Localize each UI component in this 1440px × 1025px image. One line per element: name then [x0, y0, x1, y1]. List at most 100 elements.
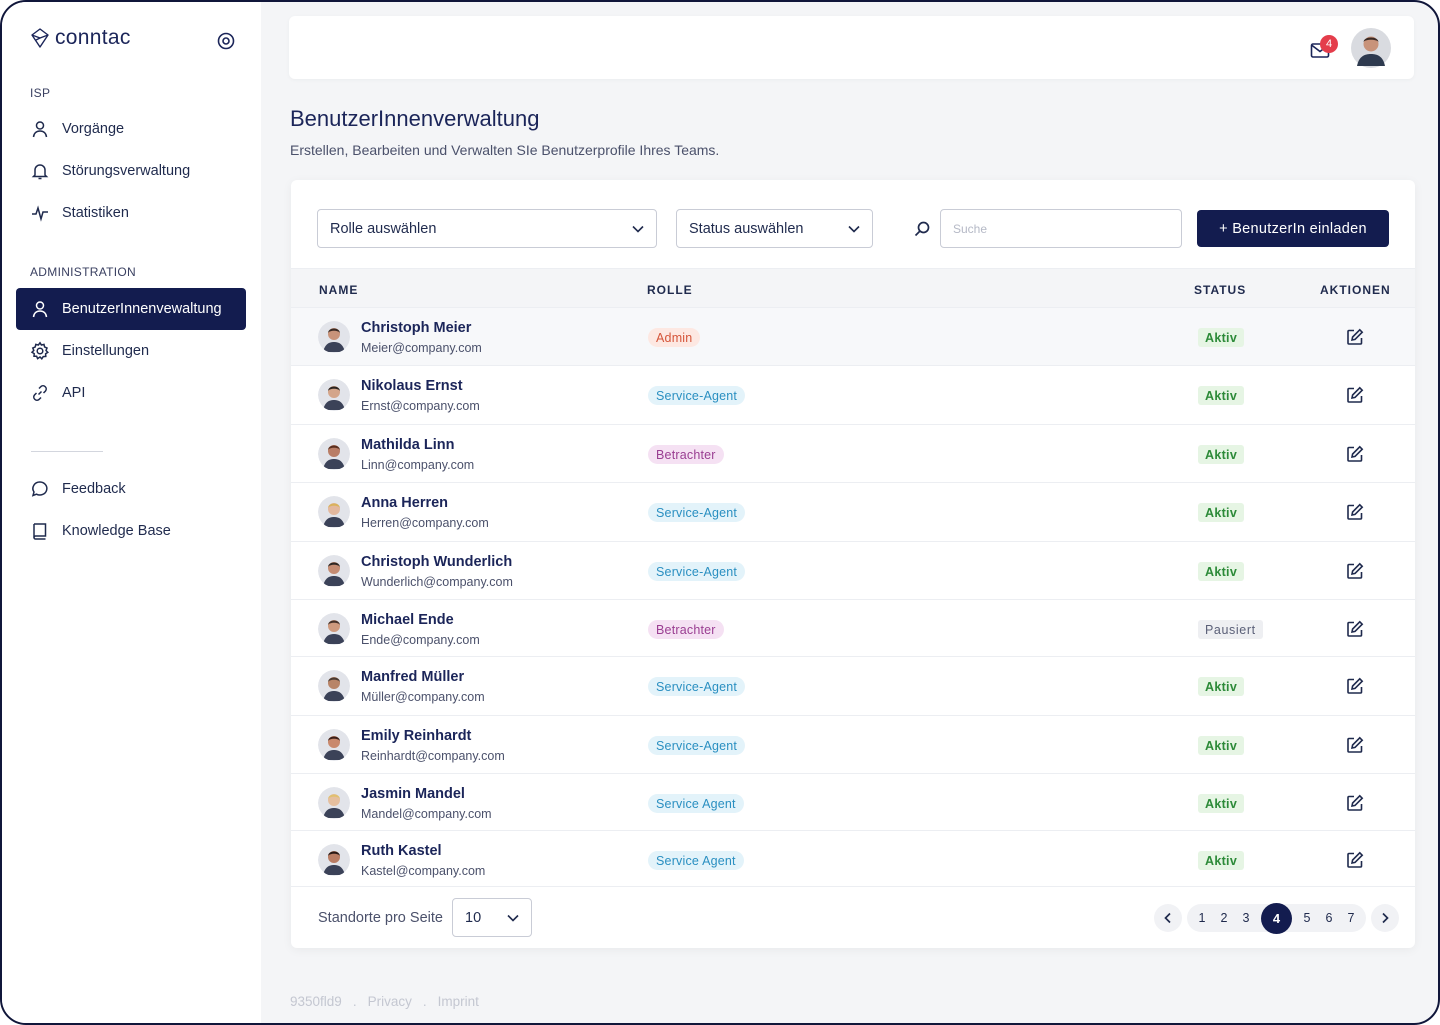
role-select-value: Rolle auswählen [330, 220, 437, 237]
current-page[interactable]: 4 [1261, 902, 1292, 934]
page-number[interactable]: 7 [1340, 911, 1362, 925]
role-badge: Service-Agent [648, 736, 746, 755]
column-header-role[interactable]: ROLLE [647, 283, 693, 297]
sidebar-divider [31, 451, 103, 452]
user-name[interactable]: Manfred Müller [361, 669, 464, 685]
logo[interactable]: conntac [29, 26, 131, 50]
search-input[interactable] [940, 209, 1182, 248]
table-row[interactable]: Anna Herren Herren@company.com Service-A… [291, 483, 1415, 542]
role-badge: Service Agent [648, 851, 744, 870]
gear-icon [30, 341, 49, 360]
user-icon [32, 301, 48, 318]
user-email: Mandel@company.com [361, 807, 492, 821]
table-row[interactable]: Mathilda Linn Linn@company.com Betrachte… [291, 425, 1415, 483]
user-email: Herren@company.com [361, 516, 489, 530]
edit-icon[interactable] [1346, 794, 1364, 812]
table-row[interactable]: Manfred Müller Müller@company.com Servic… [291, 657, 1415, 716]
sidebar-item-knowledge-base[interactable]: Knowledge Base [16, 510, 246, 552]
sidebar-item-stoerungsverwaltung[interactable]: Störungsverwaltung [16, 150, 246, 192]
edit-icon[interactable] [1346, 562, 1364, 580]
brand-name: conntac [55, 26, 131, 49]
sidebar-item-statistiken[interactable]: Statistiken [16, 192, 246, 234]
status-badge: Aktiv [1198, 851, 1245, 870]
page-number[interactable]: 5 [1296, 911, 1318, 925]
link-icon [33, 385, 47, 401]
role-badge: Betrachter [648, 620, 724, 639]
user-name[interactable]: Ruth Kastel [361, 843, 442, 859]
chat-icon [31, 481, 48, 497]
user-name[interactable]: Emily Reinhardt [361, 728, 471, 744]
avatar [318, 379, 350, 411]
role-badge: Betrachter [648, 445, 724, 464]
per-page-label: Standorte pro Seite [318, 910, 443, 926]
table-row[interactable]: Michael Ende Ende@company.com Betrachter… [291, 600, 1415, 657]
table-row[interactable]: Ruth Kastel Kastel@company.com Service A… [291, 831, 1415, 887]
target-icon[interactable] [216, 31, 236, 51]
table-row[interactable]: Nikolaus Ernst Ernst@company.com Service… [291, 366, 1415, 425]
column-header-status[interactable]: STATUS [1194, 283, 1246, 297]
role-select[interactable]: Rolle auswählen [317, 209, 657, 248]
status-badge: Aktiv [1198, 386, 1245, 405]
user-name[interactable]: Anna Herren [361, 495, 448, 511]
edit-icon[interactable] [1346, 503, 1364, 521]
edit-icon[interactable] [1346, 851, 1364, 869]
sidebar-item-api[interactable]: API [16, 372, 246, 414]
edit-icon[interactable] [1346, 386, 1364, 404]
user-name[interactable]: Michael Ende [361, 612, 454, 628]
bell-icon [31, 164, 49, 180]
page-title: BenutzerInnenverwaltung [290, 106, 540, 131]
avatar [318, 496, 350, 528]
status-badge: Aktiv [1198, 503, 1245, 522]
page-number[interactable]: 6 [1318, 911, 1340, 925]
per-page-select[interactable]: 10 [452, 898, 532, 937]
column-header-name[interactable]: NAME [319, 283, 358, 297]
user-name[interactable]: Nikolaus Ernst [361, 378, 463, 394]
table-row[interactable]: Christoph Wunderlich Wunderlich@company.… [291, 542, 1415, 600]
edit-icon[interactable] [1346, 445, 1364, 463]
status-select[interactable]: Status auswählen [676, 209, 873, 248]
table-row[interactable]: Jasmin Mandel Mandel@company.com Service… [291, 774, 1415, 831]
next-page-button[interactable] [1371, 904, 1399, 932]
avatar [318, 321, 350, 353]
sidebar-item-vorgaenge[interactable]: Vorgänge [16, 108, 246, 150]
role-badge: Service-Agent [648, 386, 746, 405]
sidebar-item-benutzerverwaltung[interactable]: BenutzerInnenvewaltung [16, 288, 246, 330]
sidebar-item-einstellungen[interactable]: Einstellungen [16, 330, 246, 372]
page-number[interactable]: 3 [1235, 911, 1257, 925]
status-select-value: Status auswählen [689, 220, 804, 237]
avatar [318, 729, 350, 761]
status-badge: Aktiv [1198, 328, 1245, 347]
privacy-link[interactable]: Privacy [368, 994, 412, 1009]
user-name[interactable]: Christoph Meier [361, 320, 471, 336]
sidebar-item-label: Feedback [62, 481, 126, 497]
status-badge: Pausiert [1198, 620, 1263, 639]
prev-page-button[interactable] [1154, 904, 1182, 932]
footer-separator: . [422, 994, 427, 1009]
page-numbers: 1234567 [1187, 902, 1366, 934]
avatar [318, 670, 350, 702]
page-number[interactable]: 1 [1191, 911, 1213, 925]
notification-badge: 4 [1320, 35, 1338, 53]
user-name[interactable]: Christoph Wunderlich [361, 554, 512, 570]
table-row[interactable]: Christoph Meier Meier@company.com Admin … [291, 308, 1415, 366]
section-label-administration: ADMINISTRATION [30, 265, 136, 279]
edit-icon[interactable] [1346, 736, 1364, 754]
user-name[interactable]: Jasmin Mandel [361, 786, 465, 802]
sidebar: conntac ISP Vorgänge Störungsverwaltung … [2, 2, 261, 1023]
chevron-down-icon [848, 225, 860, 233]
sidebar-item-feedback[interactable]: Feedback [16, 468, 246, 510]
imprint-link[interactable]: Imprint [438, 994, 479, 1009]
user-name[interactable]: Mathilda Linn [361, 437, 454, 453]
edit-icon[interactable] [1346, 328, 1364, 346]
sidebar-item-label: API [62, 385, 86, 401]
invite-user-button[interactable]: + BenutzerIn einladen [1197, 210, 1389, 247]
user-email: Müller@company.com [361, 690, 485, 704]
edit-icon[interactable] [1346, 677, 1364, 695]
user-avatar[interactable] [1351, 28, 1391, 68]
user-email: Reinhardt@company.com [361, 749, 505, 763]
page-number[interactable]: 2 [1213, 911, 1235, 925]
table-row[interactable]: Emily Reinhardt Reinhardt@company.com Se… [291, 716, 1415, 774]
edit-icon[interactable] [1346, 620, 1364, 638]
search-icon[interactable] [913, 220, 931, 238]
users-card: Rolle auswählen Status auswählen + Benut… [291, 180, 1415, 948]
